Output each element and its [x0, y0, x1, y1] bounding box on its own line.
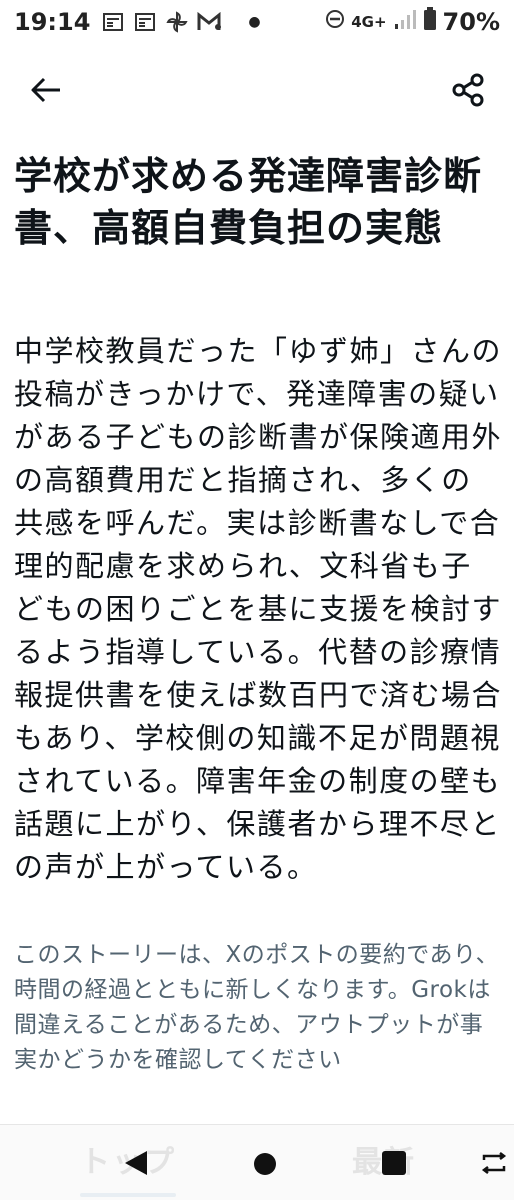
system-home-button[interactable] [250, 1149, 280, 1179]
pinwheel-icon [164, 10, 190, 34]
active-tab-indicator [80, 1193, 176, 1197]
article-title: 学校が求める発達障害診断書、高額自費負担の実態 [14, 154, 483, 250]
share-icon [452, 73, 484, 107]
article-body: 中学校教員だった「ゆず姉」さんの投稿がきっかけで、発達障害の疑いがある子どもの診… [14, 334, 503, 884]
rotate-icon [481, 1152, 507, 1174]
status-time: 19:14 [14, 8, 91, 36]
battery-percent: 70% [442, 8, 500, 36]
news-app-icon-2 [132, 10, 158, 34]
arrow-left-icon [31, 77, 60, 103]
news-app-icon [100, 10, 126, 34]
do-not-disturb-icon [325, 9, 345, 35]
rotate-screen-button[interactable] [478, 1147, 510, 1179]
system-back-button[interactable] [118, 1145, 154, 1181]
article-toolbar [0, 60, 514, 120]
back-button[interactable] [24, 68, 68, 112]
system-recents-button[interactable] [378, 1147, 410, 1179]
gmail-icon [196, 10, 222, 34]
notification-dot-icon: ● [248, 14, 261, 30]
bottom-navigation: トップ 最新 [0, 1124, 514, 1200]
share-button[interactable] [446, 68, 490, 112]
square-recents-icon [382, 1151, 406, 1175]
circle-home-icon [254, 1153, 276, 1175]
triangle-back-icon [125, 1151, 147, 1175]
ai-disclaimer: このストーリーは、Xのポストの要約であり、時間の経過とともに新しくなります。Gr… [14, 942, 500, 1073]
network-type: 4G+ [351, 13, 387, 31]
battery-icon [423, 7, 437, 37]
signal-icon [393, 8, 417, 36]
status-bar: 19:14 ● 4G+ 70% [0, 0, 514, 44]
